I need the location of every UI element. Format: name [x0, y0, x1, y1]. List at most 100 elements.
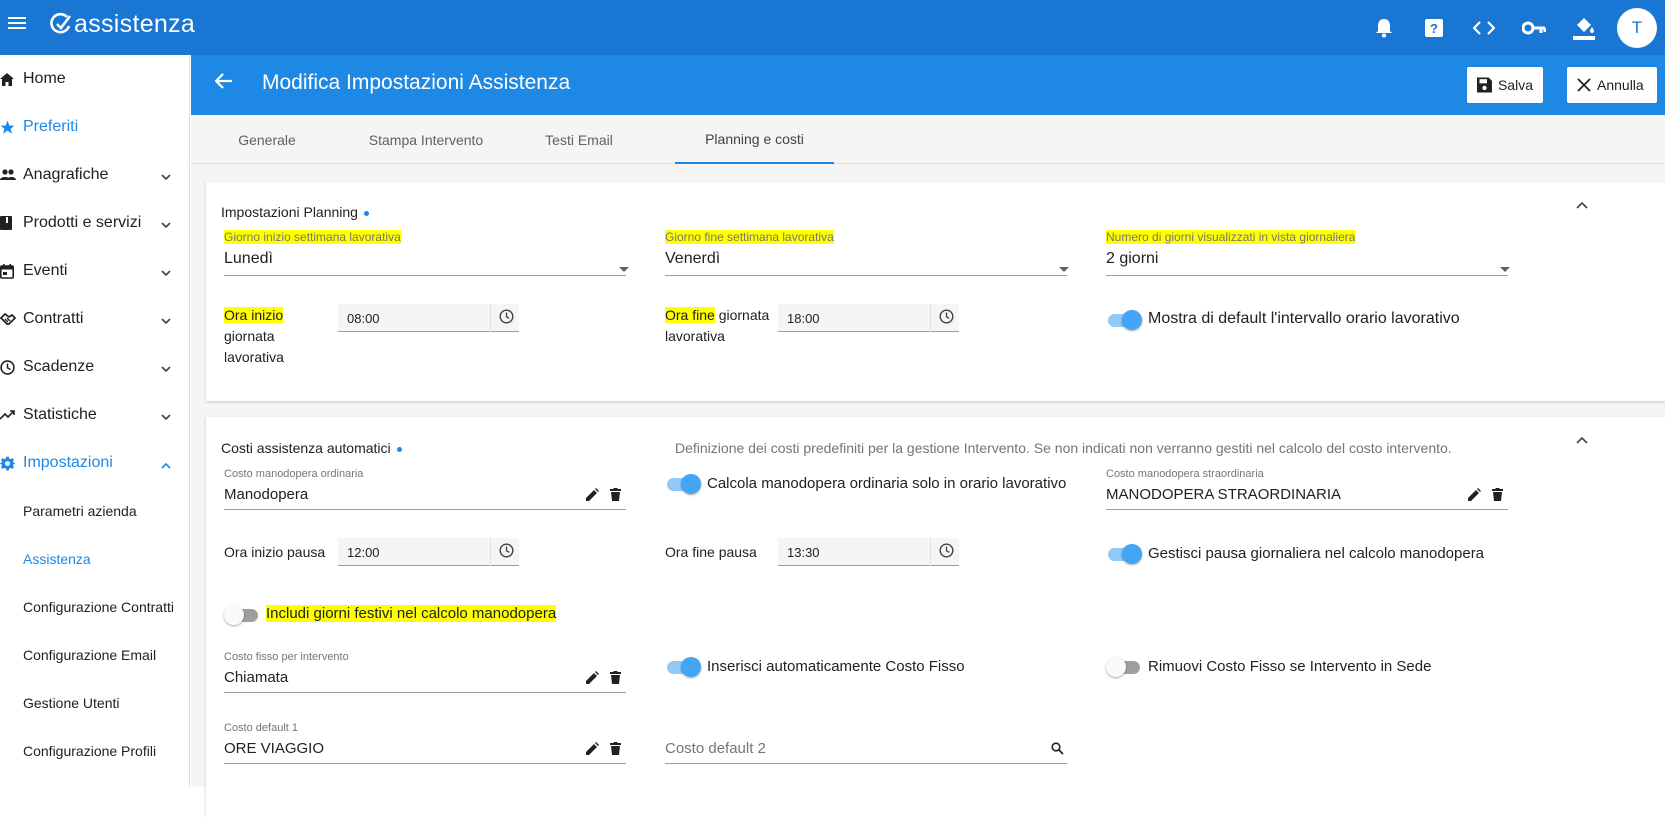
- sidebar-item-label: Preferiti: [23, 118, 79, 135]
- planning-section-title[interactable]: Impostazioni Planning: [221, 204, 369, 220]
- default-cost-1-underline: [224, 763, 626, 764]
- pause-end-input[interactable]: 13:30: [778, 538, 959, 566]
- app-logo[interactable]: assistenza: [50, 10, 195, 39]
- pause-start-input[interactable]: 12:00: [338, 538, 519, 566]
- calendar-icon: [0, 263, 22, 279]
- start-day-select[interactable]: Lunedì: [224, 250, 273, 268]
- back-arrow-icon[interactable]: [214, 73, 233, 94]
- clock-icon[interactable]: [939, 309, 954, 327]
- sidebar-item-statistiche[interactable]: Statistiche: [0, 391, 189, 439]
- chevron-up-icon[interactable]: [1576, 196, 1588, 214]
- chevron-down-icon[interactable]: [161, 168, 171, 186]
- sidebar-item-scadenze[interactable]: Scadenze: [0, 343, 189, 391]
- cancel-button[interactable]: Annulla: [1567, 67, 1657, 103]
- star-icon: [0, 120, 22, 135]
- days-shown-label: Numero di giorni visualizzati in vista g…: [1106, 230, 1356, 244]
- edit-icon[interactable]: [1468, 488, 1481, 506]
- sidebar-item-preferiti[interactable]: Preferiti: [0, 103, 189, 151]
- menu-icon[interactable]: [8, 14, 30, 36]
- sidebar-item-anagrafiche[interactable]: Anagrafiche: [0, 151, 189, 199]
- sidebar-item-eventi[interactable]: Eventi: [0, 247, 189, 295]
- gear-icon: [0, 456, 22, 471]
- delete-icon[interactable]: [1492, 488, 1503, 506]
- key-icon[interactable]: [1509, 0, 1559, 55]
- sidebar-item-label: Eventi: [23, 262, 68, 279]
- days-shown-select[interactable]: 2 giorni: [1106, 250, 1158, 268]
- start-day-label: Giorno inizio settimana lavorativa: [224, 230, 401, 244]
- sidebar-item-home[interactable]: Home: [0, 55, 189, 103]
- end-time-input[interactable]: 18:00: [778, 304, 959, 332]
- sidebar-subitem-configurazione-profili[interactable]: Configurazione Profili: [0, 727, 189, 775]
- fixed-cost-underline: [224, 692, 626, 693]
- chevron-up-icon[interactable]: [161, 456, 171, 474]
- tab-planning-e-costi[interactable]: Planning e costi: [675, 115, 834, 164]
- search-icon[interactable]: [1051, 742, 1064, 760]
- sidebar-subitem-configurazione-contratti[interactable]: Configurazione Contratti: [0, 583, 189, 631]
- sidebar-subitem-assistenza[interactable]: Assistenza: [0, 535, 189, 583]
- chevron-down-icon[interactable]: [161, 264, 171, 282]
- calc-ordinary-toggle[interactable]: [665, 474, 701, 494]
- home-icon: [0, 72, 22, 86]
- ordinary-cost-underline: [224, 509, 626, 510]
- clock-icon[interactable]: [499, 309, 514, 327]
- chevron-down-icon[interactable]: [161, 216, 171, 234]
- sidebar-item-impostazioni[interactable]: Impostazioni: [0, 439, 189, 487]
- holidays-label: Includi giorni festivi nel calcolo manod…: [266, 605, 557, 622]
- start-time-label: Ora inizio giornata lavorativa: [224, 305, 324, 368]
- chevron-down-icon[interactable]: [161, 312, 171, 330]
- extra-cost-field[interactable]: MANODOPERA STRAORDINARIA: [1106, 486, 1341, 503]
- edit-icon[interactable]: [586, 742, 599, 760]
- default-cost-2-field[interactable]: Costo default 2: [665, 740, 766, 757]
- costs-section-title[interactable]: Costi assistenza automatici: [221, 440, 402, 456]
- sidebar-item-label: Prodotti e servizi: [23, 214, 142, 231]
- delete-icon[interactable]: [610, 671, 621, 689]
- sidebar-subitem-gestione-utenti[interactable]: Gestione Utenti: [0, 679, 189, 727]
- end-day-select[interactable]: Venerdì: [665, 250, 720, 268]
- fixed-cost-field[interactable]: Chiamata: [224, 669, 288, 686]
- code-icon[interactable]: [1459, 0, 1509, 55]
- costs-description: Definizione dei costi predefiniti per la…: [675, 440, 1452, 456]
- remove-fixed-toggle[interactable]: [1106, 657, 1142, 677]
- tab-generale[interactable]: Generale: [204, 115, 330, 164]
- start-time-input[interactable]: 08:00: [338, 304, 519, 332]
- start-time-label-highlight: Ora inizio: [224, 307, 284, 323]
- save-button[interactable]: Salva: [1467, 67, 1543, 103]
- chevron-up-icon[interactable]: [1576, 431, 1588, 449]
- bell-icon[interactable]: [1359, 0, 1409, 55]
- edit-icon[interactable]: [586, 671, 599, 689]
- trending-icon: [0, 410, 22, 420]
- handshake-icon: [0, 312, 22, 326]
- paint-bucket-icon[interactable]: [1559, 0, 1609, 55]
- sidebar-subitem-configurazione-email[interactable]: Configurazione Email: [0, 631, 189, 679]
- sidebar-subitem-parametri-azienda[interactable]: Parametri azienda: [0, 487, 189, 535]
- chevron-down-icon[interactable]: [161, 408, 171, 426]
- pause-end-label: Ora fine pausa: [665, 544, 757, 560]
- delete-icon[interactable]: [610, 742, 621, 760]
- remove-fixed-label: Rimuovi Costo Fisso se Intervento in Sed…: [1148, 658, 1432, 675]
- page-header: Modifica Impostazioni Assistenza Salva A…: [191, 55, 1665, 115]
- extra-cost-label: Costo manodopera straordinaria: [1106, 468, 1264, 480]
- tab-testi-email[interactable]: Testi Email: [519, 115, 639, 164]
- edit-icon[interactable]: [586, 488, 599, 506]
- holidays-toggle[interactable]: [224, 605, 260, 625]
- default-cost-1-field[interactable]: ORE VIAGGIO: [224, 740, 324, 757]
- show-interval-toggle[interactable]: [1106, 310, 1142, 330]
- end-day-underline: [665, 275, 1067, 276]
- help-icon[interactable]: ?: [1409, 0, 1459, 55]
- clock-icon[interactable]: [499, 543, 514, 561]
- default-cost-2-underline: [665, 763, 1067, 764]
- svg-text:?: ?: [1430, 21, 1438, 36]
- tab-stampa-intervento[interactable]: Stampa Intervento: [349, 115, 503, 164]
- sidebar-item-label: Anagrafiche: [23, 166, 109, 183]
- sidebar-item-contratti[interactable]: Contratti: [0, 295, 189, 343]
- clock-icon[interactable]: [939, 543, 954, 561]
- sidebar-item-prodotti[interactable]: Prodotti e servizi: [0, 199, 189, 247]
- ordinary-cost-field[interactable]: Manodopera: [224, 486, 308, 503]
- end-time-label: Ora fine giornata lavorativa: [665, 305, 775, 347]
- delete-icon[interactable]: [610, 488, 621, 506]
- chevron-down-icon[interactable]: [161, 360, 171, 378]
- sidebar-item-label: Contratti: [23, 310, 84, 327]
- manage-pause-toggle[interactable]: [1106, 544, 1142, 564]
- avatar[interactable]: T: [1617, 7, 1657, 48]
- auto-fixed-toggle[interactable]: [665, 657, 701, 677]
